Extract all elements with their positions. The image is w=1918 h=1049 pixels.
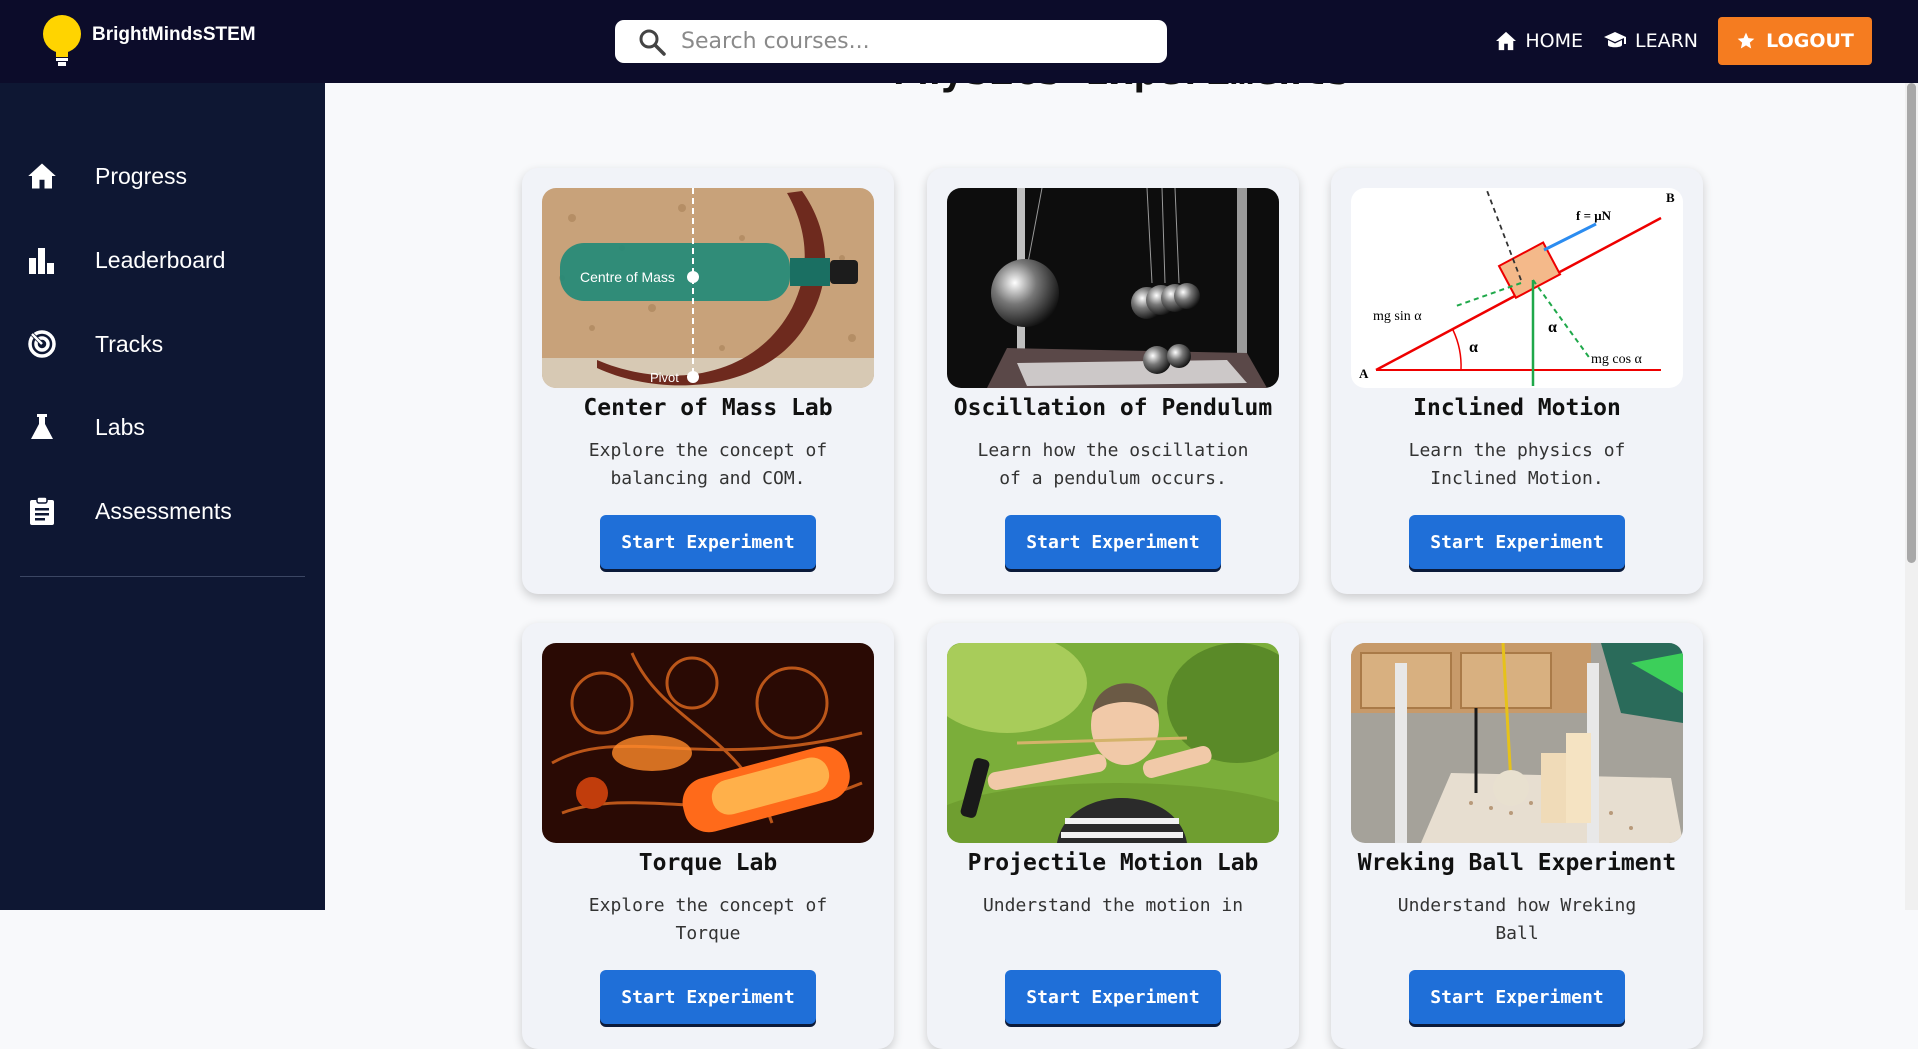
- sidebar-item-label: Tracks: [95, 330, 164, 357]
- pivot-label: Pivot: [650, 370, 679, 385]
- experiment-card-center-of-mass: Centre of Mass Pivot Center of Mass Lab …: [522, 168, 894, 594]
- sidebar-item-label: Labs: [95, 413, 145, 440]
- card-description: Understand the motion in: [982, 895, 1244, 916]
- start-experiment-button[interactable]: Start Experiment: [1409, 515, 1625, 569]
- experiment-card-torque: Torque Lab Explore the concept of Torque…: [522, 623, 894, 1049]
- card-description: Explore the concept of Torque: [588, 895, 828, 944]
- friction-label: f = μN: [1576, 208, 1612, 223]
- card-description: Learn how the oscillation of a pendulum …: [977, 440, 1249, 489]
- logout-button[interactable]: LOGOUT: [1718, 17, 1872, 65]
- point-a-label: A: [1359, 366, 1369, 381]
- card-title: Oscillation of Pendulum: [953, 395, 1273, 421]
- search-input[interactable]: [679, 28, 1143, 55]
- com-label: Centre of Mass: [580, 269, 675, 285]
- alpha-label: α: [1469, 339, 1478, 356]
- start-experiment-button[interactable]: Start Experiment: [1005, 515, 1221, 569]
- start-experiment-button[interactable]: Start Experiment: [1409, 970, 1625, 1024]
- experiment-image: f = μN mg sin α mg cos α α α A B: [1351, 188, 1683, 388]
- card-description: Understand how Wreking Ball: [1397, 895, 1637, 944]
- graduation-cap-icon: [1603, 32, 1626, 48]
- sidebar-divider: [20, 576, 305, 577]
- alpha-label-2: α: [1548, 319, 1557, 336]
- sidebar-item-labs[interactable]: Labs: [26, 411, 145, 443]
- brand-logo[interactable]: BrightMindsSTEM: [40, 14, 256, 68]
- sidebar-item-label: Progress: [95, 162, 188, 189]
- mg-cos-label: mg cos α: [1591, 352, 1643, 367]
- start-experiment-button[interactable]: Start Experiment: [1005, 970, 1221, 1024]
- sidebar: Progress Leaderboard Tracks Labs Assessm…: [0, 83, 325, 910]
- sidebar-item-tracks[interactable]: Tracks: [26, 328, 163, 360]
- sidebar-item-leaderboard[interactable]: Leaderboard: [26, 244, 225, 276]
- nav-home-label: HOME: [1525, 30, 1583, 52]
- sidebar-item-progress[interactable]: Progress: [26, 160, 187, 192]
- clipboard-icon: [26, 495, 58, 527]
- logout-label: LOGOUT: [1766, 30, 1854, 52]
- card-title: Projectile Motion Lab: [967, 850, 1259, 876]
- sidebar-item-assessments[interactable]: Assessments: [26, 495, 232, 527]
- experiment-image: Centre of Mass Pivot: [542, 188, 874, 388]
- card-description: Explore the concept of balancing and COM…: [588, 440, 828, 489]
- search-icon: [639, 29, 666, 56]
- card-title: Inclined Motion: [1413, 395, 1621, 421]
- brand-name: BrightMindsSTEM: [92, 24, 256, 45]
- star-icon: [1737, 32, 1755, 49]
- mg-sin-label: mg sin α: [1373, 309, 1422, 324]
- nav-learn-link[interactable]: LEARN: [1603, 30, 1698, 52]
- flask-icon: [26, 411, 58, 443]
- lightbulb-icon: [40, 14, 84, 68]
- experiment-card-projectile: Projectile Motion Lab Understand the mot…: [927, 623, 1299, 1049]
- nav-home-link[interactable]: HOME: [1495, 30, 1583, 52]
- page-scrollbar[interactable]: [1905, 83, 1918, 910]
- experiment-image: [947, 643, 1279, 843]
- target-icon: [26, 328, 58, 360]
- top-navbar: BrightMindsSTEM HOME LEARN LOGOUT: [0, 0, 1918, 83]
- experiment-card-pendulum: Oscillation of Pendulum Learn how the os…: [927, 168, 1299, 594]
- experiment-card-inclined-motion: f = μN mg sin α mg cos α α α A B Incline…: [1331, 168, 1703, 594]
- top-nav-links: HOME LEARN LOGOUT: [1495, 17, 1872, 65]
- experiment-image: [1351, 643, 1683, 843]
- card-title: Center of Mass Lab: [583, 395, 833, 421]
- start-experiment-button[interactable]: Start Experiment: [600, 515, 816, 569]
- card-description: Learn the physics of Inclined Motion.: [1408, 440, 1626, 489]
- scrollbar-thumb[interactable]: [1907, 83, 1916, 563]
- home-icon: [26, 160, 58, 192]
- start-experiment-button[interactable]: Start Experiment: [600, 970, 816, 1024]
- experiment-card-wrecking-ball: Wreking Ball Experiment Understand how W…: [1331, 623, 1703, 1049]
- bar-chart-icon: [26, 244, 58, 276]
- point-b-label: B: [1666, 190, 1675, 205]
- card-title: Torque Lab: [638, 850, 778, 876]
- experiment-image: [947, 188, 1279, 388]
- nav-learn-label: LEARN: [1634, 30, 1698, 52]
- home-icon: [1496, 31, 1517, 51]
- search-bar[interactable]: [615, 20, 1167, 63]
- experiment-image: [542, 643, 874, 843]
- card-title: Wreking Ball Experiment: [1357, 850, 1677, 876]
- sidebar-item-label: Leaderboard: [95, 246, 226, 273]
- sidebar-item-label: Assessments: [95, 497, 232, 524]
